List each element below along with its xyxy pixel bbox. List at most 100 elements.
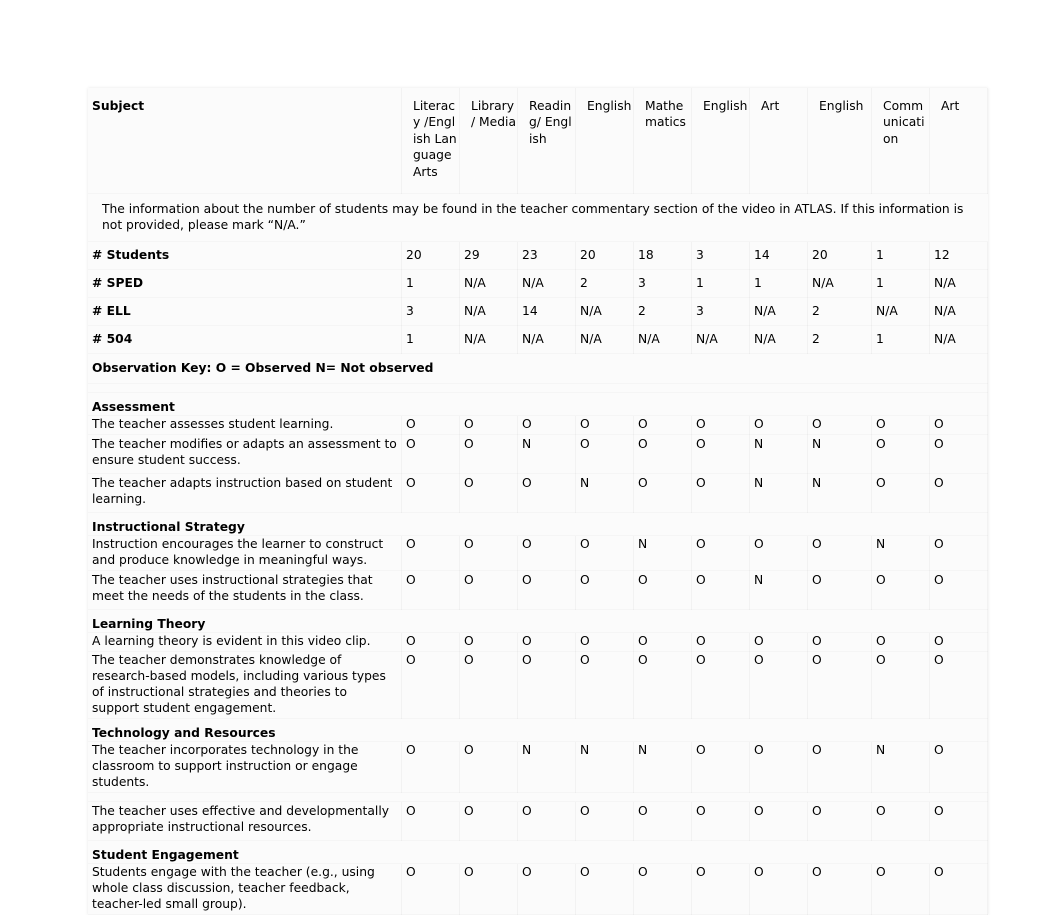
observation-cell: O (634, 864, 692, 915)
observation-cell: N (808, 474, 872, 513)
criterion-text: The teacher modifies or adapts an assess… (88, 435, 402, 474)
observation-cell: O (930, 416, 988, 435)
section-header-row: Assessment (88, 393, 988, 416)
criterion-text: A learning theory is evident in this vid… (88, 633, 402, 652)
observation-table-body: Subject Literacy /English Language Arts … (88, 88, 988, 915)
count-cell: 14 (750, 242, 808, 270)
observation-cell: O (518, 571, 576, 610)
table-row: Instruction encourages the learner to co… (88, 536, 988, 571)
count-cell: 1 (872, 326, 930, 354)
observation-cell: N (518, 742, 576, 793)
observation-cell: N (872, 742, 930, 793)
observation-cell: O (402, 633, 460, 652)
table-header-row: Subject Literacy /English Language Arts … (88, 88, 988, 194)
table-row: The teacher adapts instruction based on … (88, 474, 988, 513)
spacer (88, 384, 988, 393)
observation-table: Subject Literacy /English Language Arts … (88, 88, 988, 915)
observation-cell: O (872, 802, 930, 841)
observation-cell: O (460, 474, 518, 513)
observation-cell: O (930, 633, 988, 652)
observation-key-row: Observation Key: O = Observed N= Not obs… (88, 354, 988, 384)
count-cell: 14 (518, 298, 576, 326)
table-row: # SPED 1 N/A N/A 2 3 1 1 N/A 1 N/A (88, 270, 988, 298)
count-cell: N/A (930, 326, 988, 354)
observation-cell: O (518, 536, 576, 571)
observation-cell: O (402, 474, 460, 513)
count-cell: 18 (634, 242, 692, 270)
observation-cell: O (576, 802, 634, 841)
observation-cell: O (692, 652, 750, 719)
count-cell: 1 (402, 270, 460, 298)
count-cell: 1 (750, 270, 808, 298)
observation-cell: O (872, 652, 930, 719)
observation-cell: O (576, 571, 634, 610)
observation-cell: O (576, 536, 634, 571)
count-cell: 2 (634, 298, 692, 326)
column-header-2: Reading/ English (518, 88, 576, 194)
table-row: The teacher modifies or adapts an assess… (88, 435, 988, 474)
observation-cell: O (634, 435, 692, 474)
observation-cell: O (460, 633, 518, 652)
observation-cell: O (750, 652, 808, 719)
observation-cell: O (402, 435, 460, 474)
column-header-6: Art (750, 88, 808, 194)
observation-cell: O (460, 571, 518, 610)
observation-cell: N (750, 571, 808, 610)
count-row-label-0: # Students (88, 242, 402, 270)
count-cell: 1 (872, 242, 930, 270)
observation-cell: N (872, 536, 930, 571)
observation-cell: O (402, 864, 460, 915)
column-header-9: Art (930, 88, 988, 194)
count-cell: N/A (460, 326, 518, 354)
observation-cell: O (692, 536, 750, 571)
observation-cell: O (808, 633, 872, 652)
observation-cell: O (692, 416, 750, 435)
count-row-label-2: # ELL (88, 298, 402, 326)
count-cell: N/A (750, 326, 808, 354)
observation-cell: N (634, 536, 692, 571)
count-row-label-1: # SPED (88, 270, 402, 298)
observation-cell: O (872, 633, 930, 652)
table-note-row: The information about the number of stud… (88, 194, 988, 242)
observation-cell: O (460, 652, 518, 719)
observation-cell: O (518, 652, 576, 719)
section-title-student-engagement: Student Engagement (88, 841, 988, 864)
observation-cell: O (518, 864, 576, 915)
observation-cell: O (518, 802, 576, 841)
table-row: The teacher incorporates technology in t… (88, 742, 988, 793)
criterion-text: The teacher demonstrates knowledge of re… (88, 652, 402, 719)
observation-cell: N (808, 435, 872, 474)
observation-cell: O (634, 474, 692, 513)
criterion-text: Instruction encourages the learner to co… (88, 536, 402, 571)
count-row-label-3: # 504 (88, 326, 402, 354)
observation-cell: O (460, 742, 518, 793)
observation-table-container: Subject Literacy /English Language Arts … (88, 88, 988, 915)
observation-cell: O (460, 536, 518, 571)
observation-cell: O (808, 571, 872, 610)
observation-cell: O (808, 416, 872, 435)
count-cell: 2 (808, 298, 872, 326)
table-row: The teacher uses effective and developme… (88, 802, 988, 841)
criterion-text: Students engage with the teacher (e.g., … (88, 864, 402, 915)
observation-cell: O (930, 742, 988, 793)
table-row: The teacher uses instructional strategie… (88, 571, 988, 610)
observation-cell: O (750, 802, 808, 841)
count-cell: N/A (576, 326, 634, 354)
observation-cell: O (930, 474, 988, 513)
observation-cell: O (634, 652, 692, 719)
count-cell: 20 (808, 242, 872, 270)
count-cell: N/A (460, 298, 518, 326)
observation-cell: O (460, 416, 518, 435)
column-header-1: Library / Media (460, 88, 518, 194)
count-cell: 3 (692, 298, 750, 326)
table-note-text: The information about the number of stud… (88, 194, 988, 242)
observation-cell: O (692, 474, 750, 513)
observation-cell: O (576, 435, 634, 474)
count-cell: 2 (576, 270, 634, 298)
table-row: The teacher demonstrates knowledge of re… (88, 652, 988, 719)
table-row: # 504 1 N/A N/A N/A N/A N/A N/A 2 1 N/A (88, 326, 988, 354)
observation-cell: N (518, 435, 576, 474)
spacer (88, 793, 988, 802)
count-cell: N/A (872, 298, 930, 326)
observation-cell: O (576, 416, 634, 435)
